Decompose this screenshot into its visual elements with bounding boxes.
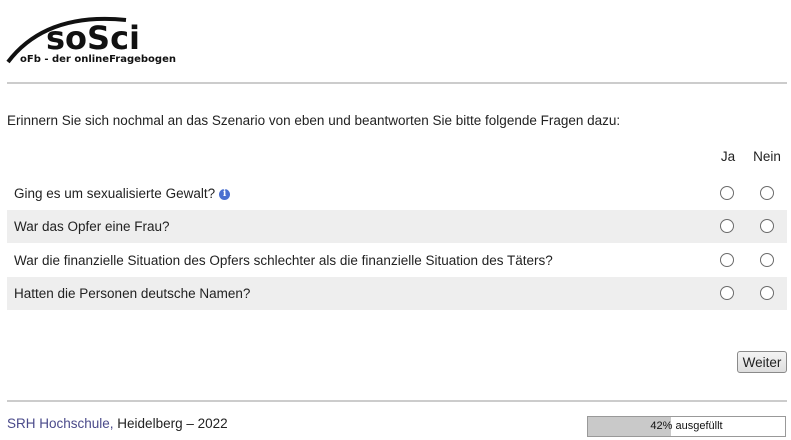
question-row-4: Hatten die Personen deutsche Namen? bbox=[7, 277, 787, 310]
progress-bar: 42% ausgefüllt bbox=[587, 416, 786, 437]
footer-credit: SRH Hochschule, Heidelberg – 2022 bbox=[7, 416, 228, 431]
radio-q1-nein[interactable] bbox=[760, 186, 774, 200]
logo-subtitle: oFb - der onlineFragebogen bbox=[20, 54, 176, 65]
institution-link[interactable]: SRH Hochschule, bbox=[7, 416, 114, 431]
question-row-3: War die finanzielle Situation des Opfers… bbox=[7, 244, 787, 277]
radio-q4-nein[interactable] bbox=[760, 286, 774, 300]
progress-label: 42% ausgefüllt bbox=[650, 420, 723, 432]
question-row-1: Ging es um sexualisierte Gewalt? i bbox=[7, 177, 787, 210]
radio-q4-ja[interactable] bbox=[720, 286, 734, 300]
radio-q2-ja[interactable] bbox=[720, 219, 734, 233]
footer-place-year: Heidelberg – 2022 bbox=[113, 416, 228, 431]
footer-divider bbox=[7, 400, 787, 402]
question-intro: Erinnern Sie sich nochmal an das Szenari… bbox=[7, 113, 621, 128]
question-text-3: War die finanzielle Situation des Opfers… bbox=[14, 253, 553, 268]
header-divider bbox=[7, 82, 787, 84]
question-text-1: Ging es um sexualisierte Gewalt? i bbox=[14, 186, 231, 201]
logo-name: soSci bbox=[46, 19, 141, 57]
radio-q3-nein[interactable] bbox=[760, 253, 774, 267]
column-header-no: Nein bbox=[753, 149, 781, 164]
next-button[interactable]: Weiter bbox=[737, 351, 787, 373]
radio-q1-ja[interactable] bbox=[720, 186, 734, 200]
column-header-yes: Ja bbox=[720, 149, 736, 164]
info-icon[interactable]: i bbox=[219, 189, 231, 200]
sosci-logo: soSci oFb - der onlineFragebogen bbox=[6, 10, 176, 70]
question-row-2: War das Opfer eine Frau? bbox=[7, 210, 787, 243]
radio-q3-ja[interactable] bbox=[720, 253, 734, 267]
question-text-4: Hatten die Personen deutsche Namen? bbox=[14, 286, 251, 301]
question-text-2: War das Opfer eine Frau? bbox=[14, 219, 170, 234]
radio-q2-nein[interactable] bbox=[760, 219, 774, 233]
